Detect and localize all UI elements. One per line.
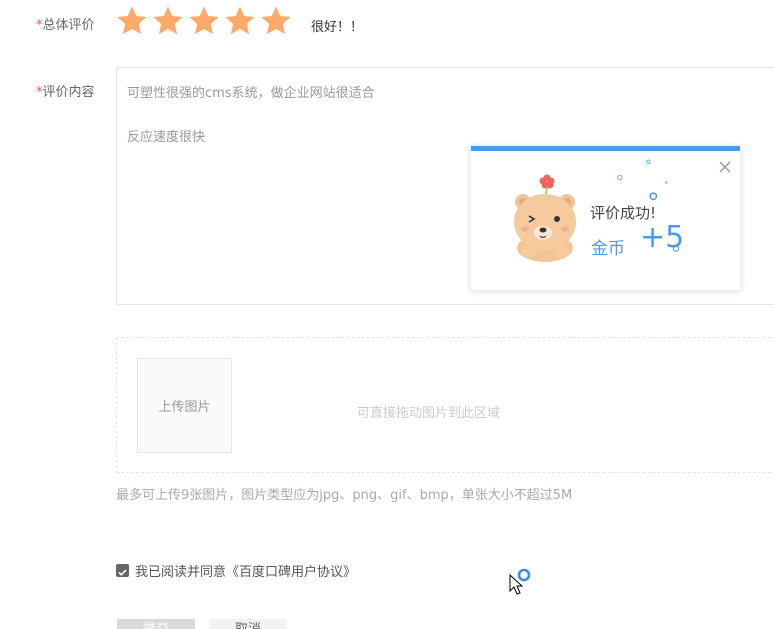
star-rating[interactable] [116,5,292,37]
review-success-popup: 评价成功! 金币 +5 [470,145,741,291]
close-icon[interactable] [718,160,732,174]
submit-button[interactable]: 提交 [117,619,195,629]
star-icon[interactable] [188,5,220,37]
agreement-text[interactable]: 我已阅读并同意《百度口碑用户协议》 [135,561,356,580]
content-line: 可塑性很强的cms系统，做企业网站很适合 [127,86,375,101]
star-icon[interactable] [260,5,292,37]
drop-hint: 可直接拖动图片到此区域 [357,406,501,421]
checkmark-icon [118,568,127,576]
upload-note: 最多可上传9张图片，图片类型应为jpg、png、gif、bmp，单张大小不超过5… [116,488,573,503]
coin-value: +5 [640,220,685,255]
cancel-button[interactable]: 取消 [209,619,287,629]
coin-label: 金币 [591,239,625,259]
star-icon[interactable] [224,5,256,37]
content-label: *评价内容 [36,85,95,100]
rating-text: 很好！！ [311,20,364,35]
review-form-page: *总体评价 很好！！ *评价内容 可塑性很强的cms系统，做企业网站很适合 反应… [0,0,774,629]
popup-top-bar [471,146,740,151]
star-icon[interactable] [152,5,184,37]
agreement-row[interactable]: 我已阅读并同意《百度口碑用户协议》 [116,561,356,580]
image-drop-zone[interactable]: 上传图片 可直接拖动图片到此区域 [116,337,774,473]
rating-label: *总体评价 [36,18,95,33]
cursor-busy-icon [509,568,531,595]
rating-row: *总体评价 很好！！ [0,0,774,46]
star-icon[interactable] [116,5,148,37]
content-line: 反应速度很快 [127,130,206,145]
agreement-checkbox[interactable] [116,563,129,577]
upload-image-button[interactable]: 上传图片 [137,358,232,453]
bear-mascot-icon [514,174,576,262]
